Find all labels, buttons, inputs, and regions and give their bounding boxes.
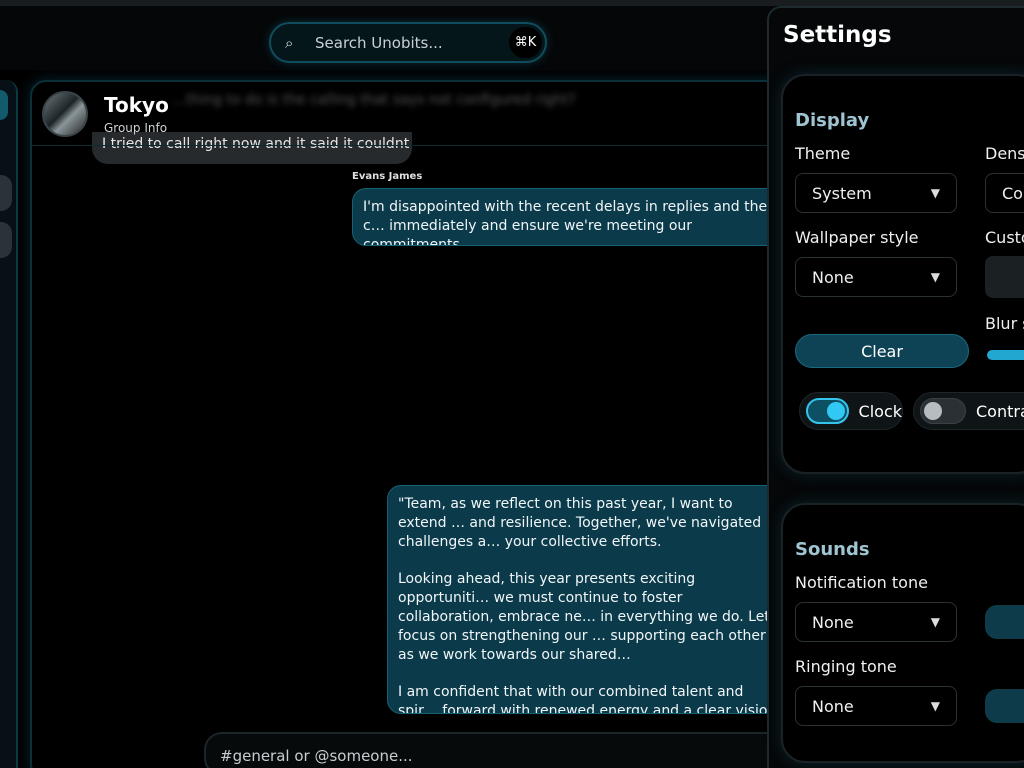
wallpaper-select[interactable]: None ▼ <box>795 257 957 297</box>
message-paragraph: Looking ahead, this year presents exciti… <box>398 571 781 663</box>
custom-label: Custo <box>985 228 1024 247</box>
sounds-card: Sounds Notification tone None ▼ Ringing … <box>781 503 1024 763</box>
search-shortcut-badge: ⌘K <box>509 27 542 58</box>
rail-avatar[interactable] <box>0 175 12 211</box>
settings-panel: Settings Display Theme Densi System ▼ Co… <box>767 6 1024 768</box>
custom-wallpaper-picker[interactable] <box>985 256 1024 298</box>
left-rail <box>0 80 18 768</box>
search-input[interactable]: Search Unobits... <box>315 34 443 52</box>
chat-title[interactable]: Tokyo <box>104 93 169 117</box>
message-bubble-sent: I'm disappointed with the recent delays … <box>352 188 788 246</box>
group-avatar[interactable] <box>42 91 88 137</box>
clear-button[interactable]: Clear <box>795 334 969 368</box>
notification-tone-select[interactable]: None ▼ <box>795 602 957 642</box>
theme-label: Theme <box>795 144 851 163</box>
density-select-value: Co <box>1002 184 1023 203</box>
chevron-down-icon: ▼ <box>930 615 940 629</box>
density-select[interactable]: Co <box>985 173 1024 213</box>
sounds-section-title: Sounds <box>795 539 870 560</box>
contrast-toggle[interactable]: Contras <box>913 392 1024 430</box>
chevron-down-icon: ▼ <box>930 270 940 284</box>
density-label: Densi <box>985 144 1024 163</box>
settings-title: Settings <box>783 22 892 48</box>
contrast-switch[interactable] <box>920 398 966 424</box>
clock-label: Clock <box>858 401 902 421</box>
wallpaper-select-value: None <box>812 268 854 287</box>
chat-panel: I tried to call right now and it said it… <box>30 80 790 768</box>
blur-label: Blur s <box>985 314 1024 333</box>
theme-select[interactable]: System ▼ <box>795 173 957 213</box>
rail-active-item[interactable] <box>0 90 8 120</box>
ringing-tone-select[interactable]: None ▼ <box>795 686 957 726</box>
message-paragraph: I am confident that with our combined ta… <box>398 684 777 714</box>
notification-tone-label: Notification tone <box>795 573 928 592</box>
notification-tone-value: None <box>812 613 854 632</box>
chevron-down-icon: ▼ <box>930 186 940 200</box>
theme-select-value: System <box>812 184 872 203</box>
chevron-down-icon: ▼ <box>930 699 940 713</box>
clock-switch[interactable] <box>806 398 849 424</box>
group-info-link[interactable]: Group Info <box>104 121 167 135</box>
message-paragraph: "Team, as we reflect on this past year, … <box>398 496 762 550</box>
clock-toggle[interactable]: Clock <box>799 392 903 430</box>
sender-name: Evans James <box>352 171 423 182</box>
ringing-tone-label: Ringing tone <box>795 657 897 676</box>
message-composer-input[interactable]: #general or @someone... <box>204 732 788 768</box>
ringing-tone-play-button[interactable] <box>985 689 1024 723</box>
blur-slider[interactable] <box>987 350 1024 360</box>
chat-header: …thing to do is the calling that says no… <box>32 82 788 146</box>
message-bubble-sent: "Team, as we reflect on this past year, … <box>387 485 788 714</box>
rail-avatar[interactable] <box>0 222 12 258</box>
display-section-title: Display <box>795 110 870 131</box>
search-icon: ⌕ <box>285 33 294 52</box>
ghost-message: …thing to do is the calling that says no… <box>172 92 576 108</box>
ringing-tone-value: None <box>812 697 854 716</box>
notification-tone-play-button[interactable] <box>985 605 1024 639</box>
display-card: Display Theme Densi System ▼ Co Wallpape… <box>781 74 1024 474</box>
search-bar[interactable]: ⌕ Search Unobits... ⌘K <box>269 22 547 63</box>
wallpaper-label: Wallpaper style <box>795 228 919 247</box>
contrast-label: Contras <box>976 401 1024 421</box>
